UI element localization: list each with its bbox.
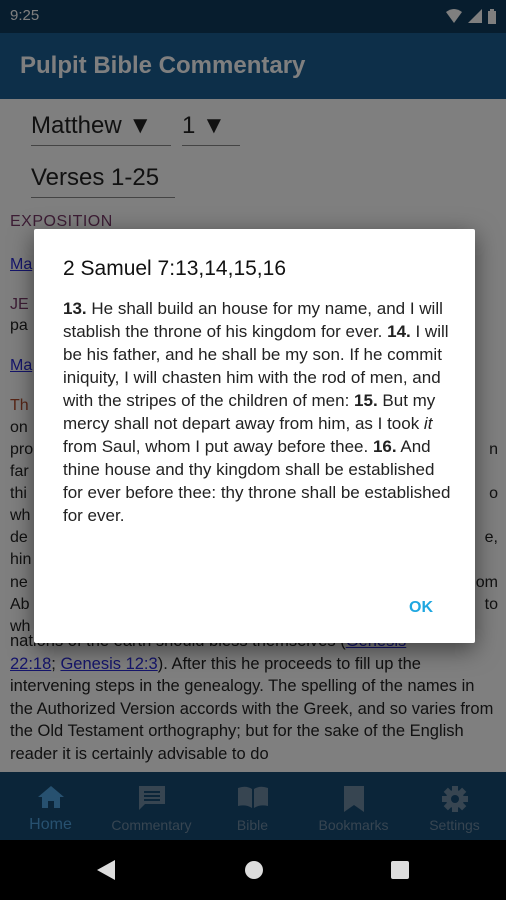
verse-dialog: 2 Samuel 7:13,14,15,16 13. He shall buil…: [34, 229, 475, 643]
dialog-verse-text: 13. He shall build an house for my name,…: [63, 297, 453, 527]
dialog-title: 2 Samuel 7:13,14,15,16: [63, 257, 287, 280]
verse-text: He shall build an house for my name, and…: [63, 299, 443, 341]
verse-number: 13.: [63, 299, 87, 318]
verse-number: 15.: [354, 391, 378, 410]
recents-icon[interactable]: [391, 861, 409, 879]
verse-number: 14.: [387, 322, 411, 341]
home-nav-icon[interactable]: [244, 860, 264, 880]
verse-italic: it: [423, 414, 433, 433]
ok-button[interactable]: OK: [409, 599, 433, 617]
verse-text: from Saul, whom I put away before thee.: [63, 437, 373, 456]
back-icon[interactable]: [97, 860, 115, 880]
system-navigation-bar: [0, 840, 506, 900]
verse-number: 16.: [372, 437, 397, 456]
